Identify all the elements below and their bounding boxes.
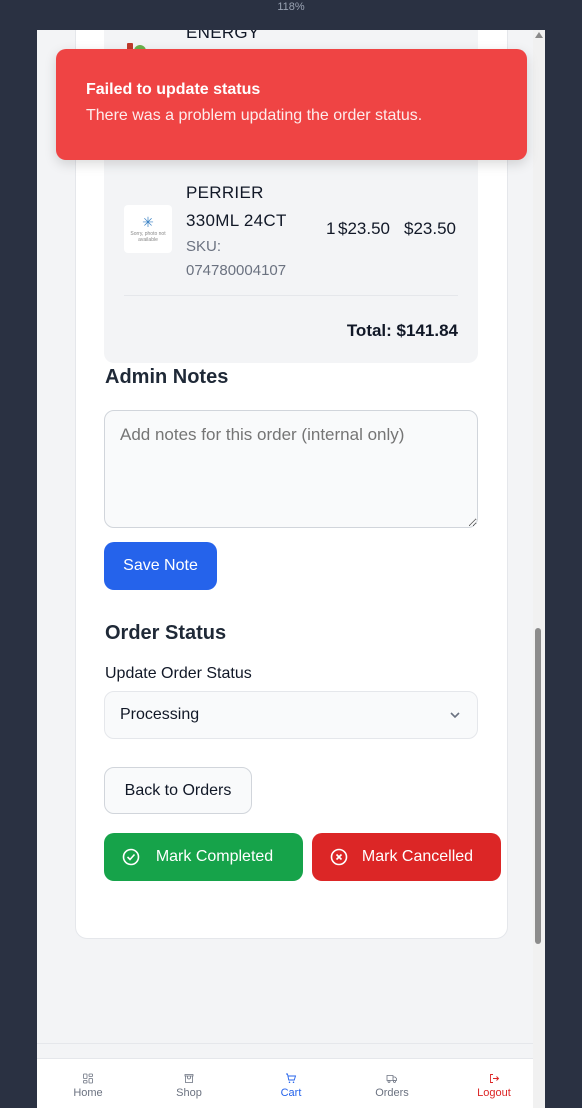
nav-label-orders: Orders — [375, 1087, 409, 1099]
item-thumbnail: ✳ Sorry, photo not available — [124, 205, 172, 253]
nav-item-orders[interactable]: Orders — [375, 1073, 409, 1099]
order-detail-card: ENERGY ✳ Sorry, photo not available PERR… — [75, 30, 508, 939]
mark-cancelled-label: Mark Cancelled — [361, 848, 474, 865]
item-sku: SKU: 074780004107 — [186, 238, 287, 279]
previous-item-name: ENERGY — [186, 30, 260, 42]
bottom-nav: Home Shop Cart Orders Logout — [37, 1058, 533, 1108]
image-placeholder-icon: ✳ — [142, 214, 154, 230]
error-toast: Failed to update status There was a prob… — [56, 49, 527, 160]
scrollbar-thumb[interactable] — [535, 628, 541, 944]
divider — [124, 295, 458, 296]
item-total: $23.50 — [404, 219, 456, 238]
item-name: PERRIER 330ML 24CT — [186, 183, 287, 230]
save-note-button[interactable]: Save Note — [104, 542, 217, 590]
nav-label-shop: Shop — [176, 1087, 202, 1099]
back-to-orders-button[interactable]: Back to Orders — [104, 767, 252, 814]
order-status-select[interactable]: Processing — [104, 691, 478, 739]
cart-icon — [286, 1073, 297, 1083]
bottom-nav-area: Home Shop Cart Orders Logout — [37, 1043, 533, 1108]
nav-item-cart[interactable]: Cart — [276, 1073, 306, 1099]
toast-title: Failed to update status — [86, 81, 261, 98]
truck-icon — [386, 1075, 397, 1083]
item-quantity: 1 — [326, 219, 336, 238]
check-circle-icon — [122, 848, 140, 866]
nav-item-logout[interactable]: Logout — [477, 1073, 511, 1099]
item-price: $23.50 — [338, 219, 390, 238]
order-total: Total: $141.84 — [346, 321, 458, 340]
nav-label-home: Home — [73, 1087, 103, 1099]
zoom-indicator: 118% — [277, 1, 305, 13]
nav-label-cart: Cart — [280, 1087, 302, 1099]
image-placeholder-text: Sorry, photo not available — [130, 231, 166, 243]
grid-icon — [83, 1073, 93, 1084]
selected-status: Processing — [120, 706, 200, 723]
admin-notes-title: Admin Notes — [105, 366, 229, 388]
nav-item-home[interactable]: Home — [73, 1073, 103, 1099]
save-note-label: Save Note — [123, 557, 198, 574]
toast-description: There was a problem updating the order s… — [86, 107, 423, 124]
mark-completed-button[interactable]: Mark Completed — [104, 833, 303, 881]
mark-cancelled-button[interactable]: Mark Cancelled — [312, 833, 501, 881]
scrollbar[interactable] — [533, 30, 545, 1108]
order-status-title: Order Status — [105, 622, 227, 644]
nav-item-shop[interactable]: Shop — [174, 1073, 204, 1099]
admin-notes-field[interactable] — [104, 410, 478, 528]
update-status-label: Update Order Status — [105, 665, 252, 682]
mark-completed-label: Mark Completed — [155, 848, 274, 865]
chevron-down-icon — [450, 712, 460, 719]
shop-icon — [184, 1074, 194, 1083]
back-to-orders-label: Back to Orders — [124, 781, 232, 799]
logout-icon — [490, 1074, 500, 1083]
x-circle-icon — [330, 848, 348, 866]
nav-label-logout: Logout — [477, 1087, 511, 1099]
scroll-up-arrow-icon[interactable] — [535, 32, 543, 38]
page-viewport: ENERGY ✳ Sorry, photo not available PERR… — [37, 30, 545, 1108]
